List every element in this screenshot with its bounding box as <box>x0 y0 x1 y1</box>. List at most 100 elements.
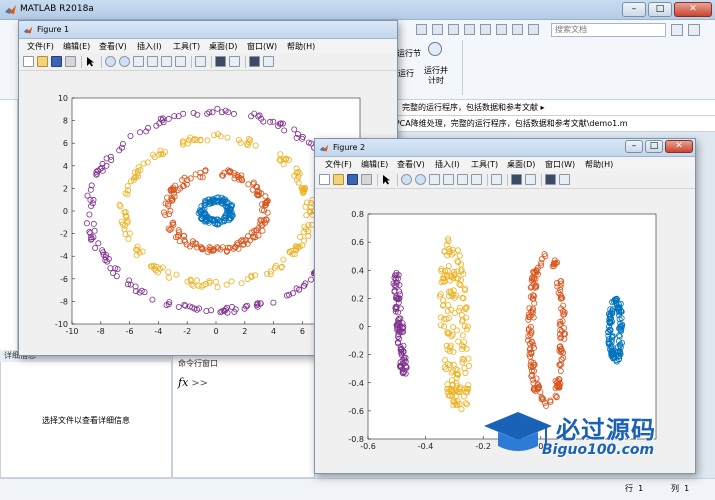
hide-plot-tools-icon[interactable] <box>545 174 556 185</box>
rotate-3d-icon[interactable] <box>147 56 158 67</box>
edit-plot-arrow-icon[interactable] <box>381 174 392 185</box>
figure1-menubar: 文件(F) 编辑(E) 查看(V) 插入(I) 工具(T) 桌面(D) 窗口(W) 帮助(H) <box>19 39 397 53</box>
open-file-icon[interactable] <box>333 174 344 185</box>
menu-item-4[interactable]: 工具(T) <box>173 41 200 52</box>
zoom-out-icon[interactable] <box>415 174 426 185</box>
status-col-label: 列 <box>671 484 679 493</box>
menu-item-0[interactable]: 文件(F) <box>27 41 54 52</box>
y-tick-label: -8 <box>60 297 68 306</box>
data-cursor-icon[interactable] <box>161 56 172 67</box>
new-figure-icon[interactable] <box>23 56 34 67</box>
figure2-maximize-button[interactable]: □ <box>645 140 663 153</box>
menu-item-2[interactable]: 查看(V) <box>99 41 127 52</box>
help-icon[interactable] <box>528 24 539 35</box>
menu-item-5[interactable]: 桌面(D) <box>209 41 237 52</box>
ribbon-separator <box>462 40 463 95</box>
status-col-value: 1 <box>684 484 690 493</box>
details-panel <box>0 350 172 478</box>
toolbar-separator <box>245 56 246 68</box>
cut-icon[interactable] <box>432 24 443 35</box>
menu-item-2[interactable]: 查看(V) <box>397 159 425 170</box>
current-folder-pane <box>0 100 18 350</box>
toolbar-separator <box>507 174 508 186</box>
open-file-icon[interactable] <box>37 56 48 67</box>
menu-item-1[interactable]: 编辑(E) <box>63 41 90 52</box>
zoom-out-icon[interactable] <box>119 56 130 67</box>
minimize-button[interactable]: – <box>622 2 646 17</box>
menu-item-5[interactable]: 桌面(D) <box>507 159 535 170</box>
print-figure-icon[interactable] <box>361 174 372 185</box>
status-bar <box>0 478 715 500</box>
brush-icon[interactable] <box>175 56 186 67</box>
status-col: 列 1 <box>671 483 689 494</box>
y-tick-label: -0.8 <box>348 435 364 444</box>
link-plot-icon[interactable] <box>491 174 502 185</box>
figure1-toolbar <box>19 53 397 71</box>
save-figure-icon[interactable] <box>347 174 358 185</box>
show-plot-tools-icon[interactable] <box>559 174 570 185</box>
command-prompt[interactable]: fx >> <box>178 376 208 389</box>
brush-icon[interactable] <box>471 174 482 185</box>
figure2-close-button[interactable]: ✕ <box>665 140 693 153</box>
y-tick-label: 0.4 <box>351 266 364 275</box>
stopwatch-icon <box>428 42 442 56</box>
legend-icon[interactable] <box>229 56 240 67</box>
maximize-button[interactable]: □ <box>648 2 672 17</box>
menu-item-0[interactable]: 文件(F) <box>325 159 352 170</box>
status-row-value: 1 <box>638 484 644 493</box>
filter-icon[interactable] <box>671 24 683 36</box>
menu-item-6[interactable]: 窗口(W) <box>247 41 277 52</box>
matlab-logo-icon <box>319 144 329 152</box>
menu-item-6[interactable]: 窗口(W) <box>545 159 575 170</box>
colorbar-icon[interactable] <box>511 174 522 185</box>
close-button[interactable]: ✕ <box>674 2 712 17</box>
link-plot-icon[interactable] <box>195 56 206 67</box>
colorbar-icon[interactable] <box>215 56 226 67</box>
hide-plot-tools-icon[interactable] <box>249 56 260 67</box>
edit-plot-arrow-icon[interactable] <box>85 56 96 67</box>
search-documentation-input[interactable]: 搜索文档 <box>551 23 666 37</box>
notification-icon[interactable] <box>688 24 700 36</box>
y-tick-label: 0 <box>359 323 364 332</box>
watermark-brand: 必过源码 <box>556 416 656 444</box>
figure2-minimize-button[interactable]: – <box>625 140 643 153</box>
toolbar-separator <box>101 56 102 68</box>
y-tick-label: 0.8 <box>351 210 364 219</box>
figure2-titlebar[interactable]: Figure 2 – □ ✕ <box>315 139 695 157</box>
undo-icon[interactable] <box>480 24 491 35</box>
menu-item-7[interactable]: 帮助(H) <box>585 159 613 170</box>
y-tick-label: -0.4 <box>348 379 364 388</box>
save-figure-icon[interactable] <box>51 56 62 67</box>
redo-icon[interactable] <box>496 24 507 35</box>
menu-item-7[interactable]: 帮助(H) <box>287 41 315 52</box>
print-figure-icon[interactable] <box>65 56 76 67</box>
pan-icon[interactable] <box>429 174 440 185</box>
toolbar-separator <box>487 174 488 186</box>
pan-icon[interactable] <box>133 56 144 67</box>
paste-icon[interactable] <box>464 24 475 35</box>
watermark: 必过源码 Biguo100.com <box>482 408 712 466</box>
menu-item-1[interactable]: 编辑(E) <box>361 159 388 170</box>
zoom-in-icon[interactable] <box>401 174 412 185</box>
switch-window-icon[interactable] <box>512 24 523 35</box>
save-icon[interactable] <box>416 24 427 35</box>
y-tick-label: -4 <box>60 252 68 261</box>
menu-item-3[interactable]: 插入(I) <box>137 41 162 52</box>
new-figure-icon[interactable] <box>319 174 330 185</box>
fx-icon[interactable]: fx <box>178 376 188 389</box>
y-tick-label: -0.6 <box>348 407 364 416</box>
legend-icon[interactable] <box>525 174 536 185</box>
show-plot-tools-icon[interactable] <box>263 56 274 67</box>
rotate-3d-icon[interactable] <box>443 174 454 185</box>
zoom-in-icon[interactable] <box>105 56 116 67</box>
figure1-titlebar[interactable]: Figure 1 <box>19 21 397 39</box>
watermark-domain: Biguo100.com <box>542 442 655 458</box>
data-cursor-icon[interactable] <box>457 174 468 185</box>
ribbon-run-and-time-button[interactable]: 运行并 计时 <box>420 66 452 86</box>
menu-item-4[interactable]: 工具(T) <box>471 159 498 170</box>
x-tick-label: 6 <box>300 327 305 336</box>
ribbon-run-section-button[interactable]: 运行节 <box>394 48 424 59</box>
x-tick-label: -6 <box>126 327 134 336</box>
menu-item-3[interactable]: 插入(I) <box>435 159 460 170</box>
copy-icon[interactable] <box>448 24 459 35</box>
